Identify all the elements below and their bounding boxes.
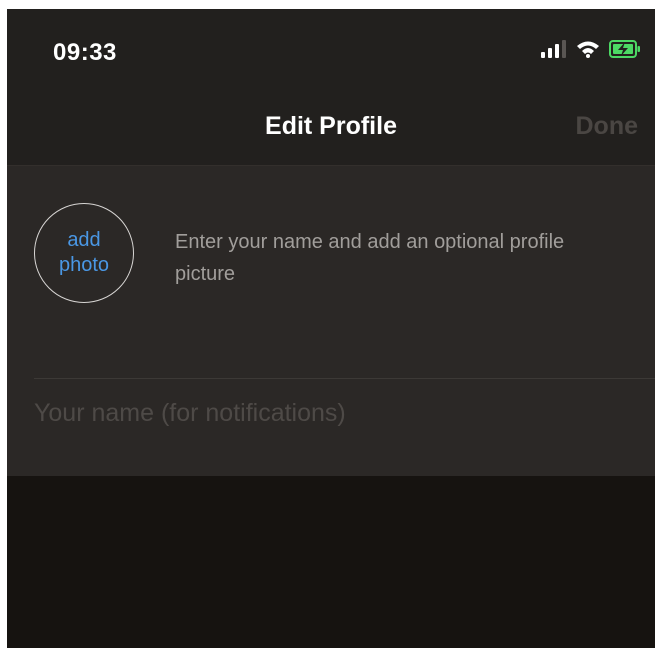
done-button[interactable]: Done: [576, 112, 639, 141]
name-input[interactable]: [34, 391, 634, 435]
divider: [34, 378, 655, 379]
phone-screen: 09:33 Edit Profile Done add photo Enter …: [7, 9, 655, 648]
profile-hint-text: Enter your name and add an optional prof…: [175, 231, 565, 285]
status-bar: 09:33: [7, 9, 655, 87]
battery-charging-icon: [609, 39, 641, 64]
add-photo-label-line2: photo: [58, 254, 110, 276]
add-photo-label-line1: add: [67, 229, 101, 251]
status-time: 09:33: [53, 39, 117, 66]
page-title: Edit Profile: [265, 112, 397, 140]
wifi-icon: [576, 40, 600, 63]
add-photo-button[interactable]: add photo: [34, 203, 134, 303]
profile-panel: add photo Enter your name and add an opt…: [7, 166, 655, 476]
signal-icon: [541, 39, 567, 63]
status-icons: [541, 39, 641, 63]
navigation-bar: Edit Profile Done: [7, 87, 655, 166]
